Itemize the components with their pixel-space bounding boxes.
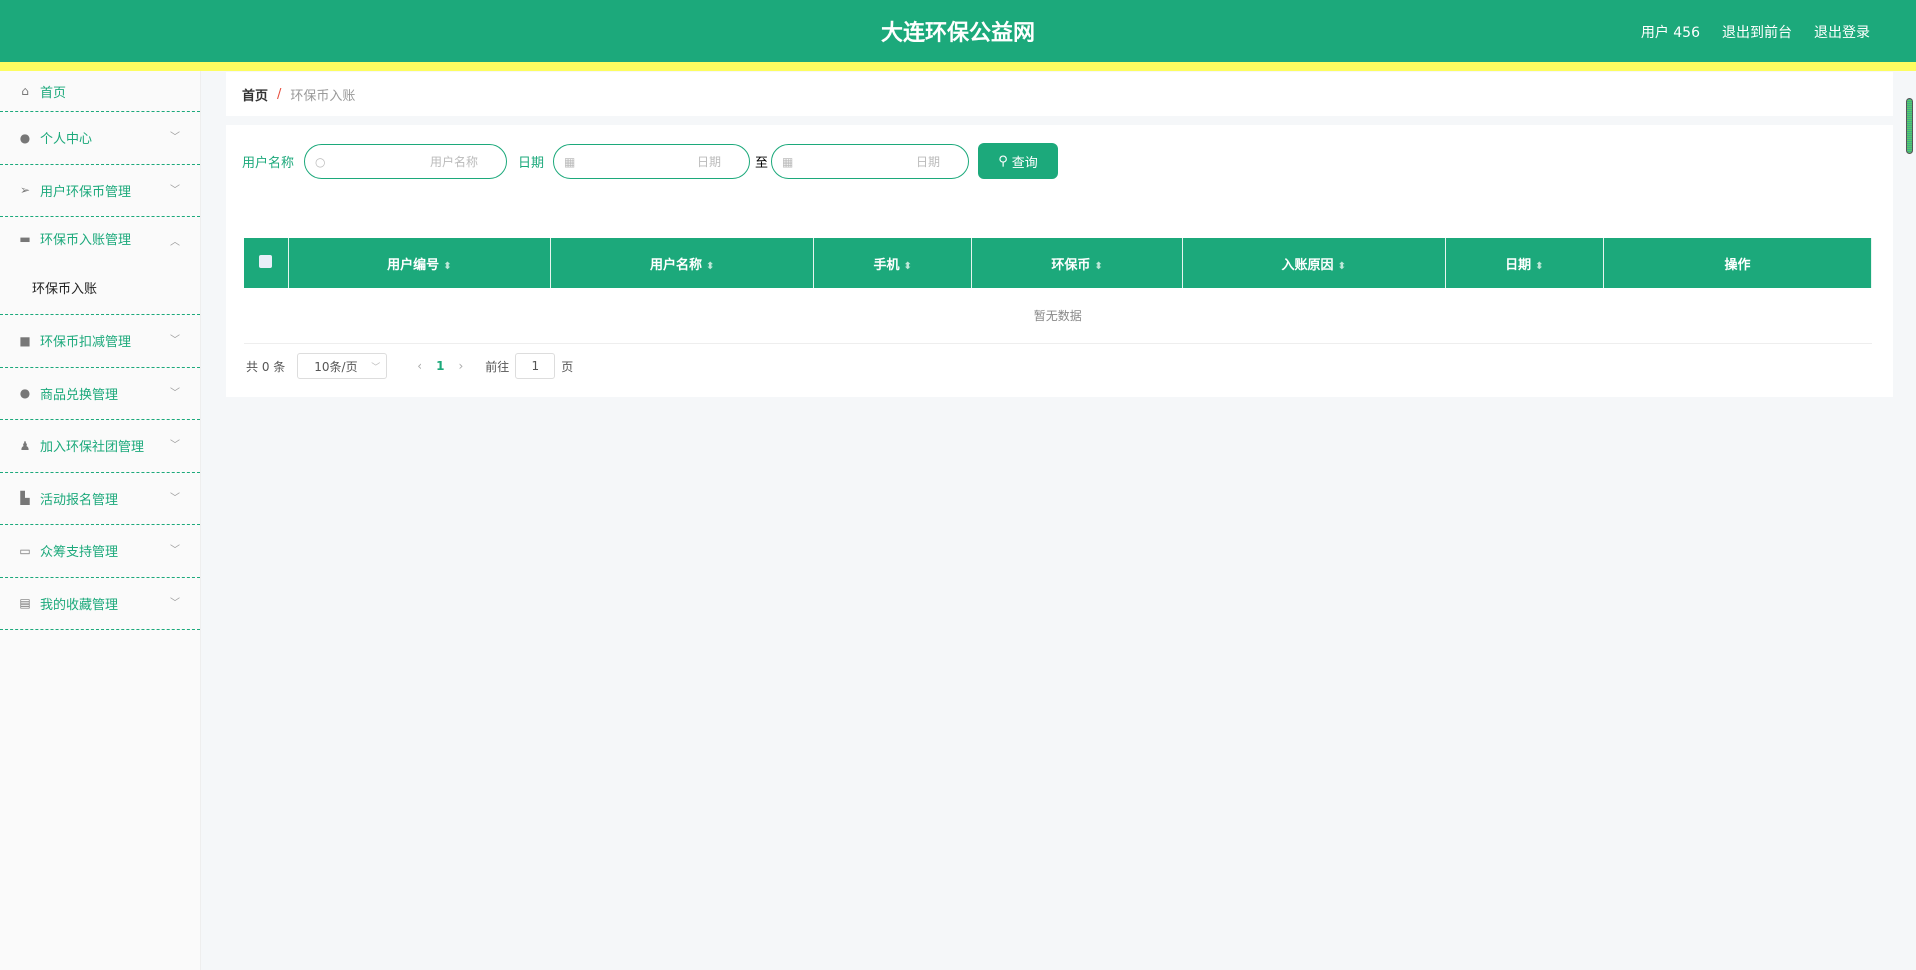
chevron-down-icon: ﹀ bbox=[371, 362, 381, 373]
flag-icon: ▙ bbox=[20, 491, 30, 506]
chevron-down-icon: ﹀ bbox=[170, 387, 180, 399]
chevron-down-icon: ﹀ bbox=[170, 597, 180, 609]
search-icon: ⚲ bbox=[998, 153, 1008, 169]
content-card: 用户名称 ○ 用户名称 日期 ▦ 日期 至 ▦ 日期 ⚲ 查询 用户编号 ⬍ 用户名称 ⬍ … bbox=[226, 125, 1893, 397]
search-icon: ○ bbox=[315, 154, 326, 169]
sort-icon: ⬍ bbox=[705, 260, 715, 272]
sidebar-item-label: 我的收藏管理 bbox=[40, 597, 119, 613]
sidebar-item-favorites[interactable]: ▤ 我的收藏管理 ﹀ bbox=[0, 578, 200, 630]
breadcrumb-home[interactable]: 首页 bbox=[242, 85, 268, 104]
breadcrumb-current: 环保币入账 bbox=[290, 88, 356, 104]
column-header[interactable]: 入账原因 ⬍ bbox=[1182, 238, 1446, 288]
sort-icon: ⬍ bbox=[903, 260, 912, 272]
sort-icon: ⬍ bbox=[1337, 260, 1346, 272]
breadcrumb-separator: / bbox=[277, 86, 282, 102]
search-button-label: 查询 bbox=[1011, 155, 1038, 171]
sidebar-item-label: 活动报名管理 bbox=[40, 492, 119, 508]
sidebar-item-label: 加入环保社团管理 bbox=[40, 440, 145, 456]
card-icon: ▤ bbox=[19, 596, 31, 611]
column-header[interactable]: 日期 ⬍ bbox=[1445, 238, 1605, 288]
column-header[interactable]: 用户编号 ⬍ bbox=[288, 238, 552, 288]
start-date-placeholder: 日期 bbox=[696, 155, 721, 169]
page-unit: 页 bbox=[561, 359, 574, 374]
balloon-icon: ● bbox=[19, 386, 31, 401]
end-date-input[interactable]: ▦ 日期 bbox=[771, 144, 969, 179]
sort-icon: ⬍ bbox=[1535, 260, 1544, 272]
ticket-icon: ▬ bbox=[19, 231, 31, 246]
user-icon: ● bbox=[19, 130, 31, 145]
sidebar-item-label: 个人中心 bbox=[40, 132, 93, 148]
sidebar-item-label: 众筹支持管理 bbox=[40, 545, 119, 561]
sidebar-item-activity[interactable]: ▙ 活动报名管理 ﹀ bbox=[0, 473, 200, 525]
exit-to-front-link[interactable]: 退出到前台 bbox=[1722, 22, 1792, 42]
sidebar-item-label: 首页 bbox=[40, 85, 67, 101]
breadcrumb: 首页 / 环保币入账 bbox=[226, 72, 1893, 116]
chevron-down-icon: ﹀ bbox=[170, 492, 180, 504]
chevron-down-icon: ﹀ bbox=[170, 335, 180, 346]
column-header[interactable]: 用户名称 ⬍ bbox=[550, 238, 815, 288]
page-number[interactable]: 1 bbox=[436, 359, 444, 373]
sidebar: ⌂ 首页 ● 个人中心 ﹀ ➢ 用户环保币管理 ﹀ ▬ 环保币入账管理 ︿ 环保币入账 ■ 环保… bbox=[0, 71, 201, 970]
chevron-down-icon: ﹀ bbox=[170, 440, 180, 451]
chevron-down-icon: ﹀ bbox=[170, 184, 180, 196]
sidebar-item-label: 环保币扣减管理 bbox=[40, 335, 132, 351]
sidebar-item-label: 环保币入账管理 bbox=[40, 233, 132, 248]
calendar-icon: ▦ bbox=[782, 154, 794, 169]
select-all-checkbox[interactable] bbox=[244, 238, 289, 288]
current-user: 用户 456 bbox=[1640, 25, 1700, 41]
chevron-down-icon: ﹀ bbox=[170, 545, 180, 556]
end-date-placeholder: 日期 bbox=[915, 155, 940, 169]
goto-page-input[interactable]: 1 bbox=[515, 353, 556, 379]
search-button[interactable]: ⚲ 查询 bbox=[978, 143, 1058, 179]
income-table: 用户编号 ⬍ 用户名称 ⬍ 手机 ⬍ 环保币 ⬍ 入账原因 ⬍ 日期 ⬍ 操作 暂无数据 bbox=[244, 238, 1872, 344]
next-page-button[interactable]: › bbox=[458, 359, 463, 373]
sort-icon: ⬍ bbox=[443, 260, 452, 272]
sidebar-item-coin-income[interactable]: ▬ 环保币入账管理 ︿ bbox=[0, 217, 200, 260]
total-count: 共 0 条 bbox=[246, 359, 286, 374]
username-label: 用户名称 bbox=[242, 156, 295, 171]
home-icon: ⌂ bbox=[21, 84, 29, 98]
top-bar: 大连环保公益网 用户 456 退出到前台 退出登录 bbox=[0, 0, 1916, 62]
sidebar-item-crowdfund[interactable]: ▭ 众筹支持管理 ﹀ bbox=[0, 525, 200, 578]
accent-stripe bbox=[0, 62, 1916, 71]
date-label: 日期 bbox=[518, 156, 545, 171]
column-header: 操作 bbox=[1603, 238, 1872, 288]
sidebar-item-label: 用户环保币管理 bbox=[40, 184, 132, 200]
page-size-select[interactable]: 10条/页 ﹀ bbox=[297, 353, 388, 379]
inbox-icon: ■ bbox=[19, 333, 31, 348]
start-date-input[interactable]: ▦ 日期 bbox=[553, 144, 750, 179]
empty-message: 暂无数据 bbox=[244, 288, 1872, 344]
sort-icon: ⬍ bbox=[1094, 260, 1103, 272]
username-placeholder: 用户名称 bbox=[429, 155, 478, 169]
calendar-icon: ▦ bbox=[564, 154, 576, 169]
sidebar-item-club[interactable]: ♟ 加入环保社团管理 ﹀ bbox=[0, 420, 200, 473]
stamp-icon: ♟ bbox=[19, 438, 31, 453]
site-title: 大连环保公益网 bbox=[880, 21, 1035, 46]
sidebar-item-user-coins[interactable]: ➢ 用户环保币管理 ﹀ bbox=[0, 165, 200, 217]
sidebar-item-coin-deduct[interactable]: ■ 环保币扣减管理 ﹀ bbox=[0, 315, 200, 368]
scrollbar[interactable] bbox=[1906, 98, 1913, 154]
sidebar-subitem-coin-income[interactable]: 环保币入账 bbox=[0, 260, 200, 315]
column-header[interactable]: 手机 ⬍ bbox=[813, 238, 973, 288]
page-size-value: 10条/页 bbox=[314, 359, 358, 374]
table-header-row: 用户编号 ⬍ 用户名称 ⬍ 手机 ⬍ 环保币 ⬍ 入账原因 ⬍ 日期 ⬍ 操作 bbox=[244, 238, 1872, 288]
sidebar-item-exchange[interactable]: ● 商品兑换管理 ﹀ bbox=[0, 368, 200, 420]
send-icon: ➢ bbox=[19, 183, 31, 198]
logout-link[interactable]: 退出登录 bbox=[1814, 22, 1870, 42]
chevron-down-icon: ﹀ bbox=[170, 132, 180, 143]
date-range-separator: 至 bbox=[755, 156, 769, 171]
chevron-up-icon: ︿ bbox=[170, 237, 180, 248]
sidebar-item-personal[interactable]: ● 个人中心 ﹀ bbox=[0, 112, 200, 165]
sidebar-item-label: 商品兑换管理 bbox=[40, 387, 119, 403]
goto-label: 前往 bbox=[485, 359, 510, 374]
pagination: 共 0 条 10条/页 ﹀ ‹ 1 › 前往 1 页 bbox=[246, 353, 573, 379]
sidebar-item-home[interactable]: ⌂ 首页 bbox=[0, 71, 200, 112]
username-input[interactable]: ○ 用户名称 bbox=[304, 144, 507, 179]
chat-icon: ▭ bbox=[19, 543, 31, 558]
column-header[interactable]: 环保币 ⬍ bbox=[971, 238, 1183, 288]
prev-page-button[interactable]: ‹ bbox=[417, 359, 422, 373]
